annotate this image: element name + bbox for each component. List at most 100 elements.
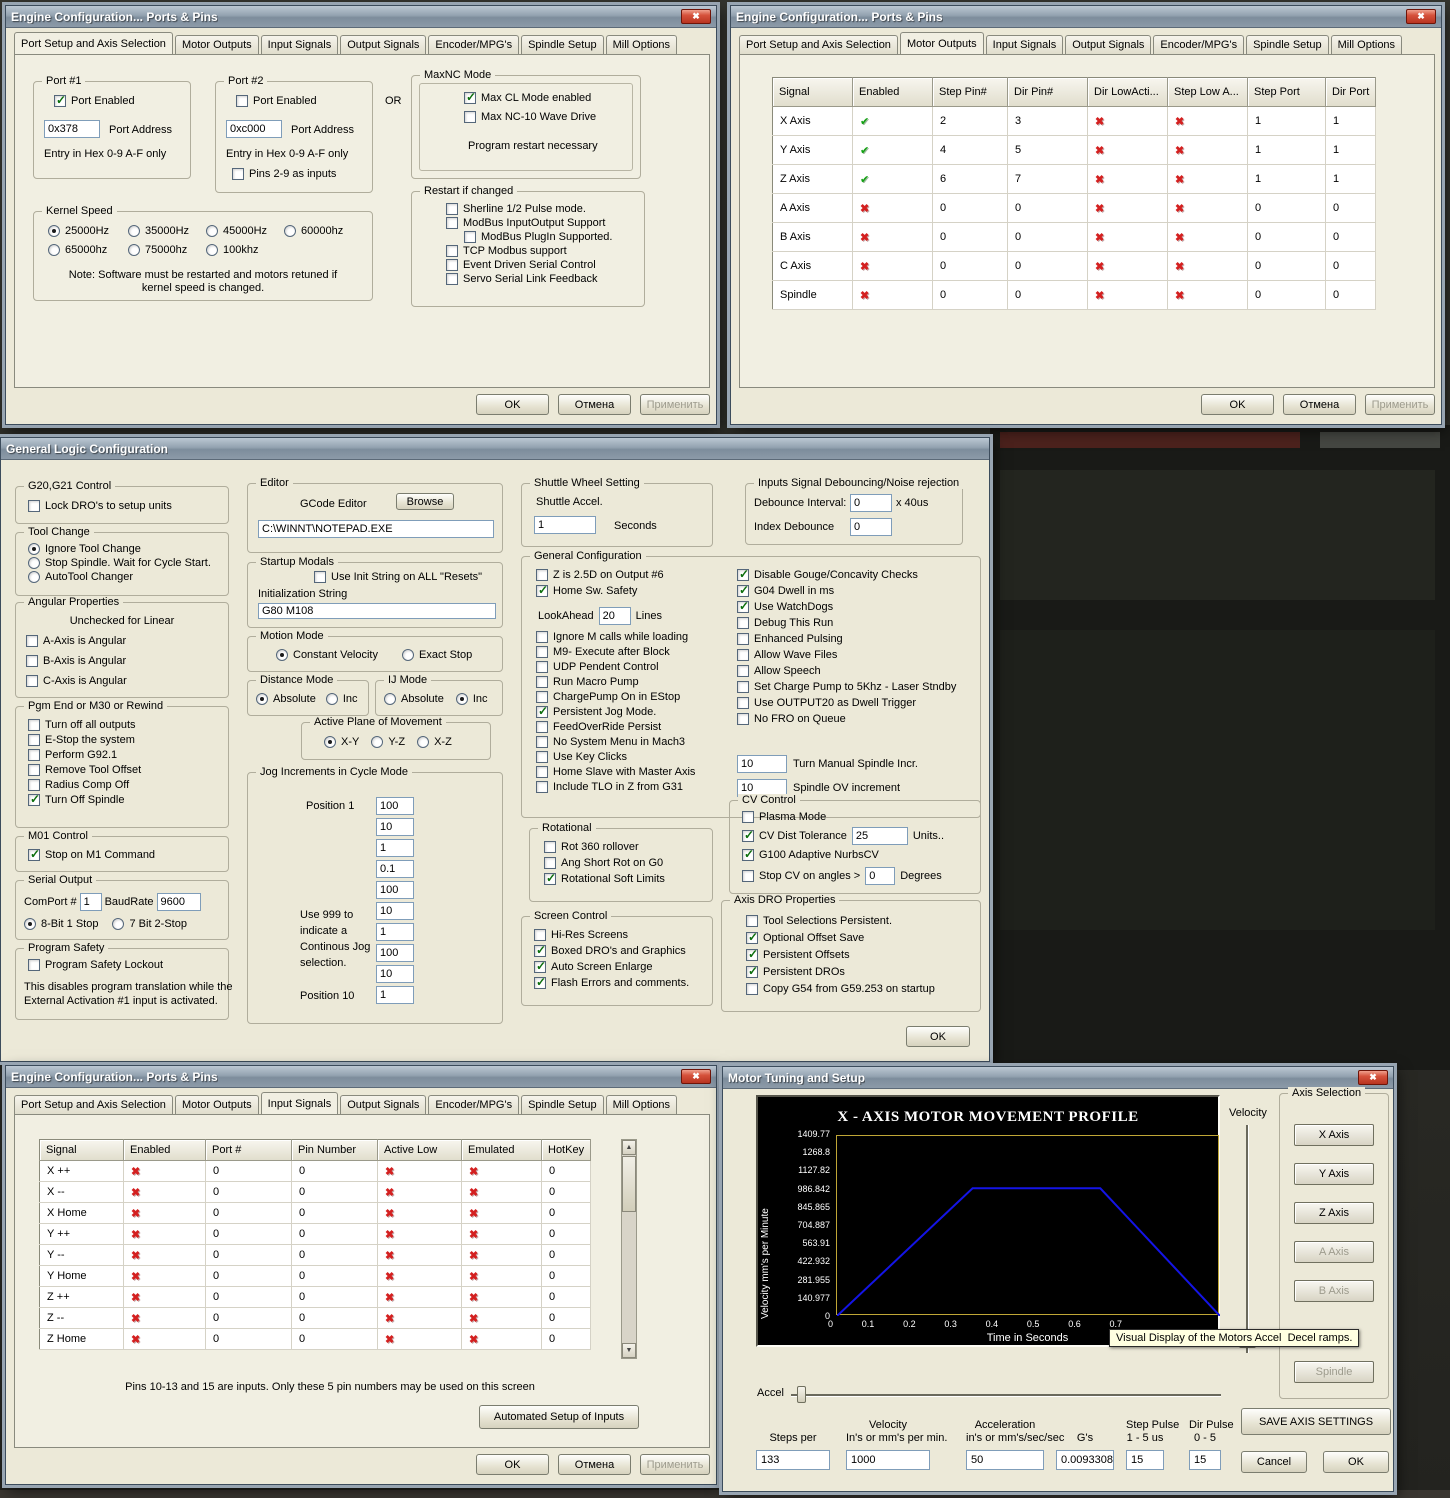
checkbox[interactable]	[464, 111, 476, 123]
accel-slider[interactable]	[791, 1394, 1221, 1397]
checkbox[interactable]	[544, 871, 556, 885]
cell-pin-number[interactable]: 0	[291, 1223, 378, 1245]
cell-signal[interactable]: Y ++	[39, 1223, 124, 1245]
radio-row[interactable]: 65000hz	[48, 244, 128, 256]
checkbox[interactable]	[737, 633, 749, 645]
checkbox[interactable]	[54, 93, 66, 107]
checkbox-row[interactable]: Allow Wave Files	[737, 649, 956, 661]
column-header[interactable]: Step Pin#	[932, 77, 1008, 107]
checkbox[interactable]	[746, 930, 758, 944]
cell-signal[interactable]: Z ++	[39, 1286, 124, 1308]
automated-setup-button[interactable]: Automated Setup of Inputs	[479, 1405, 639, 1429]
checkbox[interactable]	[746, 964, 758, 978]
axis-button[interactable]: X Axis	[1294, 1124, 1374, 1146]
cell-step-pin[interactable]: 0	[932, 222, 1008, 252]
tab[interactable]: Spindle Setup	[1246, 35, 1329, 54]
radio[interactable]	[417, 736, 430, 748]
checkbox[interactable]	[742, 870, 754, 882]
browse-button[interactable]: Browse	[396, 493, 454, 510]
radio-row[interactable]: 7 Bit 2-Stop	[112, 918, 187, 930]
emulated-toggle-icon[interactable]: ✖	[461, 1160, 542, 1182]
jog-increment-field[interactable]: 0.1	[376, 860, 414, 878]
checkbox[interactable]	[314, 571, 326, 583]
checkbox[interactable]	[742, 811, 754, 823]
ok-button[interactable]: OK	[476, 1454, 549, 1475]
cell-port[interactable]: 0	[205, 1328, 292, 1350]
checkbox[interactable]	[28, 749, 40, 761]
active-low-toggle-icon[interactable]: ✖	[377, 1286, 462, 1308]
cell-step-pin[interactable]: 4	[932, 135, 1008, 165]
tab[interactable]: Input Signals	[260, 35, 339, 54]
checkbox-row[interactable]: ChargePump On in EStop	[536, 691, 695, 703]
checkbox-row[interactable]: Flash Errors and comments.	[534, 975, 689, 989]
checkbox-row[interactable]: B-Axis is Angular	[26, 655, 127, 667]
ok-button[interactable]: OK	[906, 1026, 970, 1047]
cell-dir-port[interactable]: 0	[1325, 222, 1377, 252]
checkbox-row[interactable]: Debug This Run	[737, 617, 956, 629]
cell-step-port[interactable]: 0	[1247, 222, 1326, 252]
radio[interactable]	[28, 543, 40, 555]
acceleration-field[interactable]: 50	[966, 1450, 1044, 1470]
emulated-toggle-icon[interactable]: ✖	[461, 1244, 542, 1266]
cell-hotkey[interactable]: 0	[541, 1328, 592, 1350]
jog-increment-field[interactable]: 1	[376, 839, 414, 857]
axis-button[interactable]: Spindle	[1294, 1361, 1374, 1383]
active-low-toggle-icon[interactable]: ✖	[377, 1307, 462, 1329]
cell-step-port[interactable]: 1	[1247, 164, 1326, 194]
checkbox-row[interactable]: Include TLO in Z from G31	[536, 781, 695, 793]
checkbox-row[interactable]: C-Axis is Angular	[26, 675, 127, 687]
checkbox[interactable]	[536, 631, 548, 643]
dir-low-toggle-icon[interactable]: ✖	[1087, 251, 1168, 281]
dir-low-toggle-icon[interactable]: ✖	[1087, 280, 1168, 310]
enabled-toggle-icon[interactable]: ✖	[852, 251, 933, 281]
cell-signal[interactable]: Y Home	[39, 1265, 124, 1287]
checkbox[interactable]	[737, 665, 749, 677]
checkbox-row[interactable]: Copy G54 from G59.253 on startup	[746, 983, 935, 995]
cell-port[interactable]: 0	[205, 1286, 292, 1308]
cell-dir-pin[interactable]: 5	[1007, 135, 1088, 165]
checkbox[interactable]	[534, 975, 546, 989]
nurbs-row[interactable]: G100 Adaptive NurbsCV	[742, 847, 879, 861]
jog-position10-field[interactable]: 1	[376, 986, 414, 1004]
active-low-toggle-icon[interactable]: ✖	[377, 1244, 462, 1266]
velocity-field[interactable]: 1000	[846, 1450, 930, 1470]
radio[interactable]	[206, 244, 218, 256]
radio[interactable]	[276, 649, 288, 661]
checkbox-row[interactable]: Run Macro Pump	[536, 676, 695, 688]
column-header[interactable]: Emulated	[461, 1139, 542, 1161]
titlebar[interactable]: Engine Configuration... Ports & Pins ✖	[731, 6, 1441, 28]
cv-dist-row[interactable]: CV Dist Tolerance 25 Units..	[742, 827, 944, 845]
index-debounce-field[interactable]: 0	[850, 518, 892, 536]
radio-row[interactable]: Constant Velocity	[276, 649, 378, 661]
checkbox-row[interactable]: Persistent DROs	[746, 964, 935, 978]
tab[interactable]: Encoder/MPG's	[428, 1095, 520, 1114]
active-low-toggle-icon[interactable]: ✖	[377, 1181, 462, 1203]
enabled-toggle-icon[interactable]: ✖	[123, 1265, 206, 1287]
stop-cv-angle-field[interactable]: 0	[865, 867, 896, 885]
jog-increment-field[interactable]: 10	[376, 818, 414, 836]
checkbox[interactable]	[536, 676, 548, 688]
cell-step-port[interactable]: 1	[1247, 135, 1326, 165]
checkbox[interactable]	[737, 649, 749, 661]
ok-button[interactable]: OK	[1323, 1451, 1389, 1473]
checkbox-row[interactable]: E-Stop the system	[28, 734, 141, 746]
checkbox[interactable]	[446, 217, 458, 229]
checkbox-row[interactable]: Use Init String on ALL "Resets"	[314, 571, 482, 583]
cell-dir-port[interactable]: 0	[1325, 280, 1377, 310]
cell-hotkey[interactable]: 0	[541, 1181, 592, 1203]
checkbox[interactable]	[236, 95, 248, 107]
save-axis-settings-button[interactable]: SAVE AXIS SETTINGS	[1241, 1408, 1391, 1435]
column-header[interactable]: Dir LowActi...	[1087, 77, 1168, 107]
jog-increment-field[interactable]: 10	[376, 902, 414, 920]
active-low-toggle-icon[interactable]: ✖	[377, 1265, 462, 1287]
radio[interactable]	[284, 225, 296, 237]
checkbox[interactable]	[737, 567, 749, 581]
checkbox[interactable]	[446, 203, 458, 215]
cell-step-port[interactable]: 0	[1247, 193, 1326, 223]
cell-signal[interactable]: X Home	[39, 1202, 124, 1224]
checkbox[interactable]	[536, 569, 548, 581]
jog-increment-field[interactable]: 100	[376, 797, 414, 815]
emulated-toggle-icon[interactable]: ✖	[461, 1202, 542, 1224]
cell-dir-pin[interactable]: 0	[1007, 280, 1088, 310]
enabled-toggle-icon[interactable]: ✖	[852, 280, 933, 310]
